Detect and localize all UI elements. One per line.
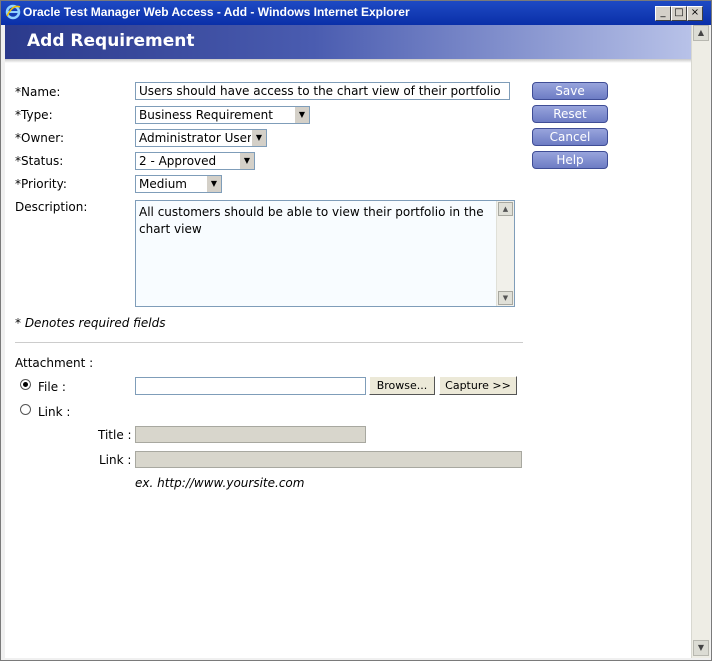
priority-select[interactable]: Medium ▼ bbox=[135, 175, 222, 193]
owner-select[interactable]: Administrator User ▼ bbox=[135, 129, 267, 147]
chevron-down-icon[interactable]: ▼ bbox=[251, 130, 266, 146]
file-radio[interactable] bbox=[20, 379, 31, 390]
scroll-down-icon[interactable]: ▼ bbox=[693, 640, 709, 656]
status-value: 2 - Approved bbox=[139, 154, 217, 168]
minimize-button[interactable]: _ bbox=[655, 6, 671, 21]
file-radio-label: File : bbox=[38, 380, 66, 394]
title-label: Title : bbox=[98, 428, 132, 442]
attachment-label: Attachment : bbox=[15, 356, 94, 370]
capture-button[interactable]: Capture >> bbox=[439, 376, 517, 395]
type-value: Business Requirement bbox=[139, 108, 273, 122]
scroll-down-icon[interactable]: ▼ bbox=[498, 291, 513, 305]
owner-label: *Owner: bbox=[15, 131, 65, 145]
page-content: Add Requirement *Name: Users should have… bbox=[5, 25, 691, 658]
close-button[interactable]: × bbox=[687, 6, 703, 21]
header-divider bbox=[5, 59, 691, 63]
chevron-down-icon[interactable]: ▼ bbox=[206, 176, 221, 192]
title-bar: Oracle Test Manager Web Access - Add - W… bbox=[1, 1, 711, 25]
link-radio-label: Link : bbox=[38, 405, 71, 419]
description-textarea[interactable]: All customers should be able to view the… bbox=[135, 200, 515, 307]
priority-label: *Priority: bbox=[15, 177, 67, 191]
browse-button[interactable]: Browse... bbox=[369, 376, 435, 395]
link-url-label: Link : bbox=[99, 453, 132, 467]
scroll-up-icon[interactable]: ▲ bbox=[693, 25, 709, 41]
page-title: Add Requirement bbox=[27, 31, 195, 51]
cancel-button[interactable]: Cancel bbox=[532, 128, 608, 146]
page-scrollbar[interactable]: ▲ ▼ bbox=[691, 25, 710, 658]
file-path-input[interactable] bbox=[135, 377, 366, 395]
description-label: Description: bbox=[15, 200, 88, 214]
reset-button[interactable]: Reset bbox=[532, 105, 608, 123]
chevron-down-icon[interactable]: ▼ bbox=[239, 153, 254, 169]
priority-value: Medium bbox=[139, 177, 187, 191]
type-label: *Type: bbox=[15, 108, 53, 122]
chevron-down-icon[interactable]: ▼ bbox=[294, 107, 309, 123]
status-label: *Status: bbox=[15, 154, 64, 168]
window-title: Oracle Test Manager Web Access - Add - W… bbox=[23, 5, 410, 19]
link-radio[interactable] bbox=[20, 404, 31, 415]
browser-window: Oracle Test Manager Web Access - Add - W… bbox=[0, 0, 712, 661]
radio-dot bbox=[23, 382, 28, 387]
type-select[interactable]: Business Requirement ▼ bbox=[135, 106, 310, 124]
maximize-button[interactable]: □ bbox=[671, 6, 687, 21]
ie-logo-icon bbox=[5, 4, 21, 20]
section-divider bbox=[15, 342, 523, 343]
required-note: * Denotes required fields bbox=[15, 316, 166, 330]
name-label: *Name: bbox=[15, 85, 61, 99]
link-title-input[interactable] bbox=[135, 426, 366, 443]
name-input[interactable]: Users should have access to the chart vi… bbox=[135, 82, 510, 100]
scroll-up-icon[interactable]: ▲ bbox=[498, 202, 513, 216]
description-text: All customers should be able to view the… bbox=[139, 205, 484, 236]
owner-value: Administrator User bbox=[139, 131, 252, 145]
status-select[interactable]: 2 - Approved ▼ bbox=[135, 152, 255, 170]
save-button[interactable]: Save bbox=[532, 82, 608, 100]
help-button[interactable]: Help bbox=[532, 151, 608, 169]
textarea-scrollbar[interactable]: ▲ ▼ bbox=[496, 201, 514, 306]
page-header: Add Requirement bbox=[5, 25, 691, 59]
link-url-input[interactable] bbox=[135, 451, 522, 468]
link-example-text: ex. http://www.yoursite.com bbox=[135, 476, 305, 490]
